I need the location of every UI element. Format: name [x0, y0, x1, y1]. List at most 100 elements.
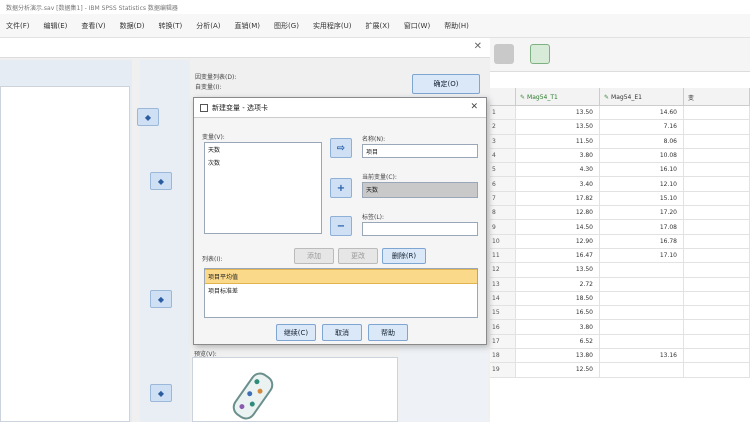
table-cell[interactable]	[600, 306, 684, 320]
help-button[interactable]: 帮助	[368, 324, 408, 341]
table-cell[interactable]: 2.72	[516, 277, 600, 291]
table-cell[interactable]: 18.50	[516, 291, 600, 306]
table-cell[interactable]: 16.50	[516, 306, 600, 320]
close-icon[interactable]: ✕	[470, 102, 478, 112]
name-field[interactable]: 项目	[362, 144, 478, 158]
menu-window[interactable]: 窗口(W)	[404, 21, 430, 31]
row-number: 12	[490, 263, 516, 277]
move-right-button-4[interactable]: ◆	[150, 384, 172, 402]
table-cell[interactable]: 15.10	[600, 191, 684, 206]
menu-edit[interactable]: 编辑(E)	[44, 21, 68, 31]
table-cell[interactable]	[600, 291, 684, 306]
table-cell[interactable]: 13.50	[516, 120, 600, 134]
table-cell[interactable]	[600, 263, 684, 277]
menu-data[interactable]: 数据(D)	[120, 21, 145, 31]
menu-extensions[interactable]: 扩展(X)	[366, 21, 390, 31]
table-cell[interactable]: 16.10	[600, 163, 684, 177]
table-cell[interactable]: 17.08	[600, 220, 684, 234]
table-cell[interactable]: 7.16	[600, 120, 684, 134]
cancel-button[interactable]: 取消	[322, 324, 362, 341]
table-cell[interactable]: 12.90	[516, 234, 600, 248]
toolbar-chart-icon[interactable]	[530, 44, 550, 64]
table-cell[interactable]: 11.50	[516, 134, 600, 148]
table-cell[interactable]	[684, 120, 750, 134]
menu-analyze[interactable]: 分析(A)	[196, 21, 220, 31]
table-cell[interactable]	[684, 320, 750, 334]
move-right-button-2[interactable]: ◆	[150, 172, 172, 190]
variable-item[interactable]: 天数	[205, 143, 321, 156]
move-right-button-3[interactable]: ◆	[150, 290, 172, 308]
table-cell[interactable]: 6.52	[516, 334, 600, 349]
table-cell[interactable]: 8.06	[600, 134, 684, 148]
column-header-mag54-e1[interactable]: ✎ Mag54_E1	[600, 88, 684, 106]
add-list-button[interactable]: 添加	[294, 248, 334, 264]
table-cell[interactable]: 4.30	[516, 163, 600, 177]
table-cell[interactable]: 14.60	[600, 106, 684, 120]
table-cell[interactable]	[600, 334, 684, 349]
table-cell[interactable]: 12.80	[516, 206, 600, 220]
table-cell[interactable]: 3.80	[516, 320, 600, 334]
table-cell[interactable]	[684, 349, 750, 363]
menu-transform[interactable]: 转换(T)	[159, 21, 183, 31]
table-cell[interactable]	[684, 191, 750, 206]
variable-item[interactable]: 次数	[205, 156, 321, 169]
table-cell[interactable]	[684, 277, 750, 291]
change-list-button[interactable]: 更改	[338, 248, 378, 264]
table-cell[interactable]: 12.50	[516, 363, 600, 377]
toolbar-grid-icon[interactable]	[494, 44, 514, 64]
ok-button[interactable]: 确定(O)	[412, 74, 480, 94]
label-field[interactable]	[362, 222, 478, 236]
table-cell[interactable]	[684, 334, 750, 349]
table-cell[interactable]	[600, 277, 684, 291]
table-cell[interactable]	[684, 234, 750, 248]
table-cell[interactable]	[684, 220, 750, 234]
source-variable-list[interactable]	[0, 86, 130, 422]
table-cell[interactable]: 13.16	[600, 349, 684, 363]
table-cell[interactable]	[684, 291, 750, 306]
table-cell[interactable]	[684, 134, 750, 148]
menu-view[interactable]: 查看(V)	[81, 21, 105, 31]
menu-file[interactable]: 文件(F)	[6, 21, 30, 31]
table-cell[interactable]: 16.47	[516, 248, 600, 263]
table-cell[interactable]: 13.50	[516, 106, 600, 120]
table-cell[interactable]	[600, 320, 684, 334]
column-header-mag54-t1[interactable]: ✎ Mag54_T1	[516, 88, 600, 106]
table-cell[interactable]	[684, 248, 750, 263]
table-cell[interactable]	[684, 363, 750, 377]
list-item[interactable]: 项目标准差	[205, 284, 477, 297]
add-button[interactable]: +	[330, 178, 352, 198]
variables-listbox[interactable]: 天数 次数	[204, 142, 322, 234]
table-cell[interactable]: 14.50	[516, 220, 600, 234]
table-cell[interactable]: 13.50	[516, 263, 600, 277]
remove-button[interactable]: −	[330, 216, 352, 236]
list-listbox[interactable]: 项目平均值 项目标准差	[204, 268, 478, 318]
table-cell[interactable]: 17.10	[600, 248, 684, 263]
table-cell[interactable]	[684, 263, 750, 277]
delete-list-button[interactable]: 删除(R)	[382, 248, 426, 264]
move-right-button[interactable]: ⇨	[330, 138, 352, 158]
table-cell[interactable]: 17.82	[516, 191, 600, 206]
table-cell[interactable]: 16.78	[600, 234, 684, 248]
table-cell[interactable]	[684, 206, 750, 220]
move-right-button-1[interactable]: ◆	[137, 108, 159, 126]
table-cell[interactable]: 12.10	[600, 177, 684, 191]
table-cell[interactable]	[684, 106, 750, 120]
menu-direct[interactable]: 直销(M)	[235, 21, 261, 31]
menu-help[interactable]: 帮助(H)	[444, 21, 469, 31]
table-cell[interactable]: 17.20	[600, 206, 684, 220]
table-cell[interactable]	[684, 177, 750, 191]
list-item-selected[interactable]: 项目平均值	[205, 269, 477, 284]
close-icon[interactable]: ✕	[474, 41, 482, 52]
table-cell[interactable]: 13.80	[516, 349, 600, 363]
table-cell[interactable]	[684, 148, 750, 163]
table-cell[interactable]	[600, 363, 684, 377]
menu-utilities[interactable]: 实用程序(U)	[313, 21, 352, 31]
column-header-empty[interactable]: 变	[684, 88, 750, 106]
table-cell[interactable]: 10.08	[600, 148, 684, 163]
table-cell[interactable]: 3.40	[516, 177, 600, 191]
menu-graphs[interactable]: 图形(G)	[274, 21, 299, 31]
table-cell[interactable]: 3.80	[516, 148, 600, 163]
continue-button[interactable]: 继续(C)	[276, 324, 316, 341]
table-cell[interactable]	[684, 306, 750, 320]
table-cell[interactable]	[684, 163, 750, 177]
